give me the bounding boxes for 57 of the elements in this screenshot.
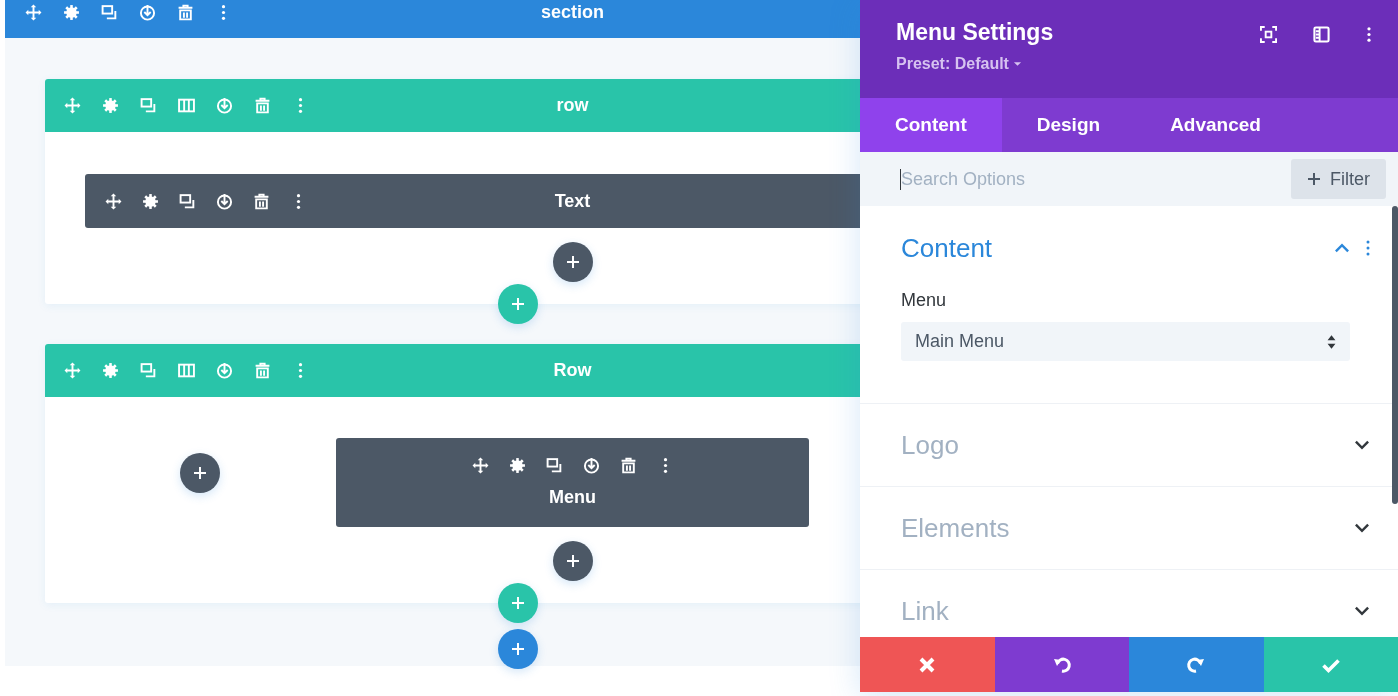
caret-icon [1012,61,1022,67]
add-row-button[interactable] [497,583,538,623]
duplicate-icon[interactable] [179,192,196,210]
duplicate-icon[interactable] [545,457,563,474]
group-title[interactable]: Content [901,232,993,264]
columns-icon[interactable] [178,362,195,379]
add-row-button[interactable] [497,284,538,324]
sidebar-icon[interactable] [1313,26,1330,43]
move-icon[interactable] [105,192,122,210]
add-module-button[interactable] [552,541,593,581]
trash-icon[interactable] [253,192,270,210]
updown-caret-icon [1327,333,1336,350]
row-label: Row [553,360,592,381]
download-icon[interactable] [139,3,156,21]
tab[interactable]: Advanced [1135,98,1296,152]
module-label: Text [554,190,591,212]
plus-icon [510,642,525,656]
tab[interactable]: Design [1001,98,1136,152]
settings-icon[interactable] [63,3,80,21]
add-module-button[interactable] [180,453,220,493]
add-section-button[interactable] [497,629,538,669]
download-icon[interactable] [216,192,233,210]
module-block[interactable]: Menu [336,438,809,527]
move-icon[interactable] [471,457,489,474]
plus-icon [193,466,207,480]
filter-button[interactable]: Filter [1291,159,1386,199]
plus-icon [1307,172,1321,186]
menu-select[interactable]: Main Menu [901,322,1350,361]
field-label: Menu [901,290,948,311]
chevron-down-icon[interactable] [1354,440,1370,450]
settings-icon[interactable] [142,192,159,210]
panel-title: Menu Settings [896,19,1054,46]
section-label: section [541,1,604,23]
plus-icon [510,297,525,311]
download-icon[interactable] [582,457,600,474]
settings-icon[interactable] [508,457,526,474]
focus-icon[interactable] [1260,26,1277,43]
chevron-up-icon[interactable] [1334,243,1350,253]
module-label: Menu [549,487,596,508]
add-module-button[interactable] [552,242,593,282]
chevron-down-icon[interactable] [1354,606,1370,616]
search-field[interactable]: Search Options [900,168,1201,190]
scrollbar[interactable] [1392,206,1398,504]
trash-icon[interactable] [619,457,637,474]
plus-icon [565,255,580,269]
columns-icon[interactable] [178,97,195,114]
row-label: row [556,95,589,116]
trash-icon[interactable] [177,3,194,21]
preset-dropdown[interactable]: Preset: Default [896,55,1022,73]
more-icon[interactable] [1366,240,1370,256]
move-icon[interactable] [25,3,42,21]
plus-icon [510,596,525,610]
plus-icon [565,554,580,568]
tab[interactable]: Content [860,98,1002,152]
chevron-down-icon[interactable] [1354,523,1370,533]
more-icon[interactable] [1366,26,1372,43]
duplicate-icon[interactable] [101,3,118,21]
